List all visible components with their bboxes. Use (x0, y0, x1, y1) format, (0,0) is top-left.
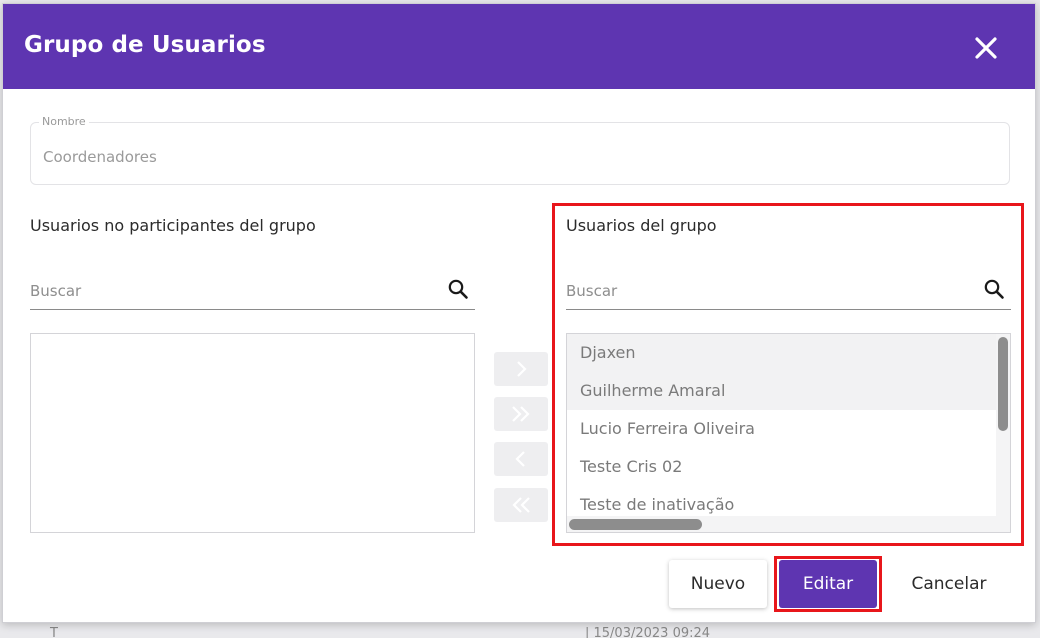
double-chevron-left-icon (512, 497, 530, 513)
cancelar-button[interactable]: Cancelar (897, 560, 1001, 608)
editar-button[interactable]: Editar (779, 560, 877, 608)
list-item[interactable]: Lucio Ferreira Oliveira (567, 410, 997, 448)
move-all-left-button[interactable] (494, 488, 548, 522)
list-item[interactable]: Guilherme Amaral (567, 372, 997, 410)
list-item[interactable]: Teste Cris 02 (567, 448, 997, 486)
user-group-dialog: Grupo de Usuarios Nombre Coordenadores U… (2, 3, 1036, 623)
search-icon[interactable] (983, 278, 1005, 300)
group-name-value: Coordenadores (43, 148, 157, 166)
non-members-title: Usuarios no participantes del grupo (30, 216, 316, 235)
members-list-items: Djaxen Guilherme Amaral Lucio Ferreira O… (567, 334, 997, 524)
search-icon[interactable] (447, 278, 469, 300)
close-icon[interactable] (971, 33, 1001, 63)
group-name-label: Nombre (39, 115, 89, 128)
members-list[interactable]: Djaxen Guilherme Amaral Lucio Ferreira O… (566, 333, 1011, 533)
background-table-peek: T | 15/03/2023 09:24 (40, 624, 1020, 638)
move-right-button[interactable] (494, 352, 548, 386)
members-search-input[interactable] (566, 278, 958, 304)
vertical-scrollbar-thumb[interactable] (998, 337, 1008, 431)
nuevo-button[interactable]: Nuevo (669, 560, 767, 608)
move-left-button[interactable] (494, 442, 548, 476)
members-title: Usuarios del grupo (566, 216, 717, 235)
members-search (566, 274, 1011, 310)
horizontal-scrollbar-thumb[interactable] (569, 519, 702, 530)
background-row-fragment: T (50, 626, 58, 638)
list-item[interactable]: Djaxen (567, 334, 997, 372)
chevron-left-icon (515, 451, 525, 467)
non-members-search-input[interactable] (30, 278, 422, 304)
group-name-field[interactable]: Nombre Coordenadores (30, 115, 1010, 185)
double-chevron-right-icon (512, 406, 530, 422)
non-members-list[interactable] (30, 333, 475, 533)
vertical-scrollbar[interactable] (996, 334, 1010, 532)
horizontal-scrollbar[interactable] (567, 516, 1010, 532)
move-all-right-button[interactable] (494, 397, 548, 431)
background-date-fragment: | 15/03/2023 09:24 (585, 626, 711, 638)
non-members-search (30, 274, 475, 310)
chevron-right-icon (517, 361, 527, 377)
dialog-title: Grupo de Usuarios (24, 32, 266, 58)
dialog-header: Grupo de Usuarios (3, 4, 1035, 89)
